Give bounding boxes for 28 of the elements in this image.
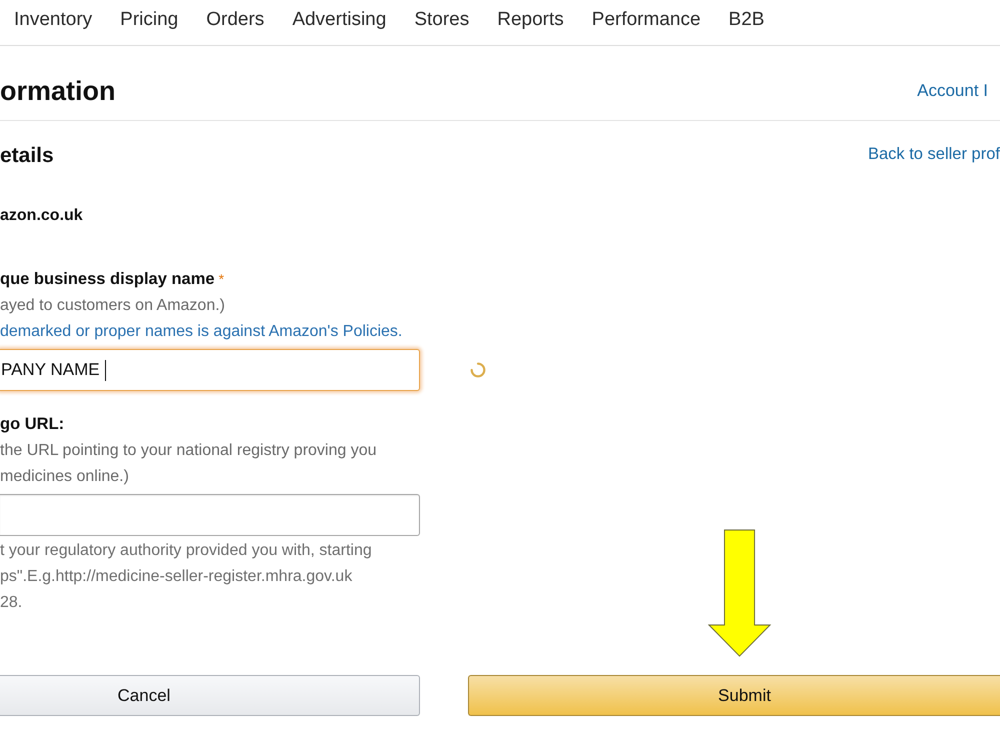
field-hint: ayed to customers on Amazon.)	[0, 296, 225, 316]
nav-item[interactable]: Stores	[414, 8, 470, 32]
nav-item[interactable]: Orders	[206, 8, 264, 32]
nav-item[interactable]: B2B	[728, 8, 764, 32]
section-title: etails	[0, 143, 54, 169]
field-hint: medicines online.)	[0, 466, 129, 486]
account-info-link[interactable]: Account I	[917, 79, 1000, 103]
field-label: que business display name	[0, 269, 215, 289]
policy-notice: demarked or proper names is against Amazon's Policies.	[0, 322, 402, 342]
nav-item[interactable]: Inventory	[14, 8, 92, 32]
required-mark: *	[218, 270, 224, 289]
back-link[interactable]: Back to seller prof	[868, 143, 1000, 165]
help-text: t your regulatory authority provided you with, starting	[0, 541, 372, 561]
help-text: ps".E.g.http://medicine-seller-register.mhra.gov.uk	[0, 567, 352, 587]
field-hint: the URL pointing to your national registry proving you	[0, 441, 377, 461]
help-text: 28.	[0, 593, 22, 613]
text-cursor-icon	[104, 360, 106, 380]
submit-button[interactable]: Submit	[468, 675, 1000, 716]
nav-item[interactable]: Pricing	[120, 8, 178, 32]
page-title: ormation	[0, 76, 116, 106]
nav-item[interactable]: Performance	[592, 8, 701, 32]
cancel-button[interactable]: Cancel	[0, 675, 420, 716]
nav-item[interactable]: Advertising	[292, 8, 386, 32]
nav-item[interactable]: Reports	[497, 8, 564, 32]
text-input[interactable]	[0, 494, 420, 536]
field-label: go URL:	[0, 414, 64, 434]
text-input[interactable]: PANY NAME	[0, 349, 420, 391]
marketplace-name: azon.co.uk	[0, 207, 83, 224]
